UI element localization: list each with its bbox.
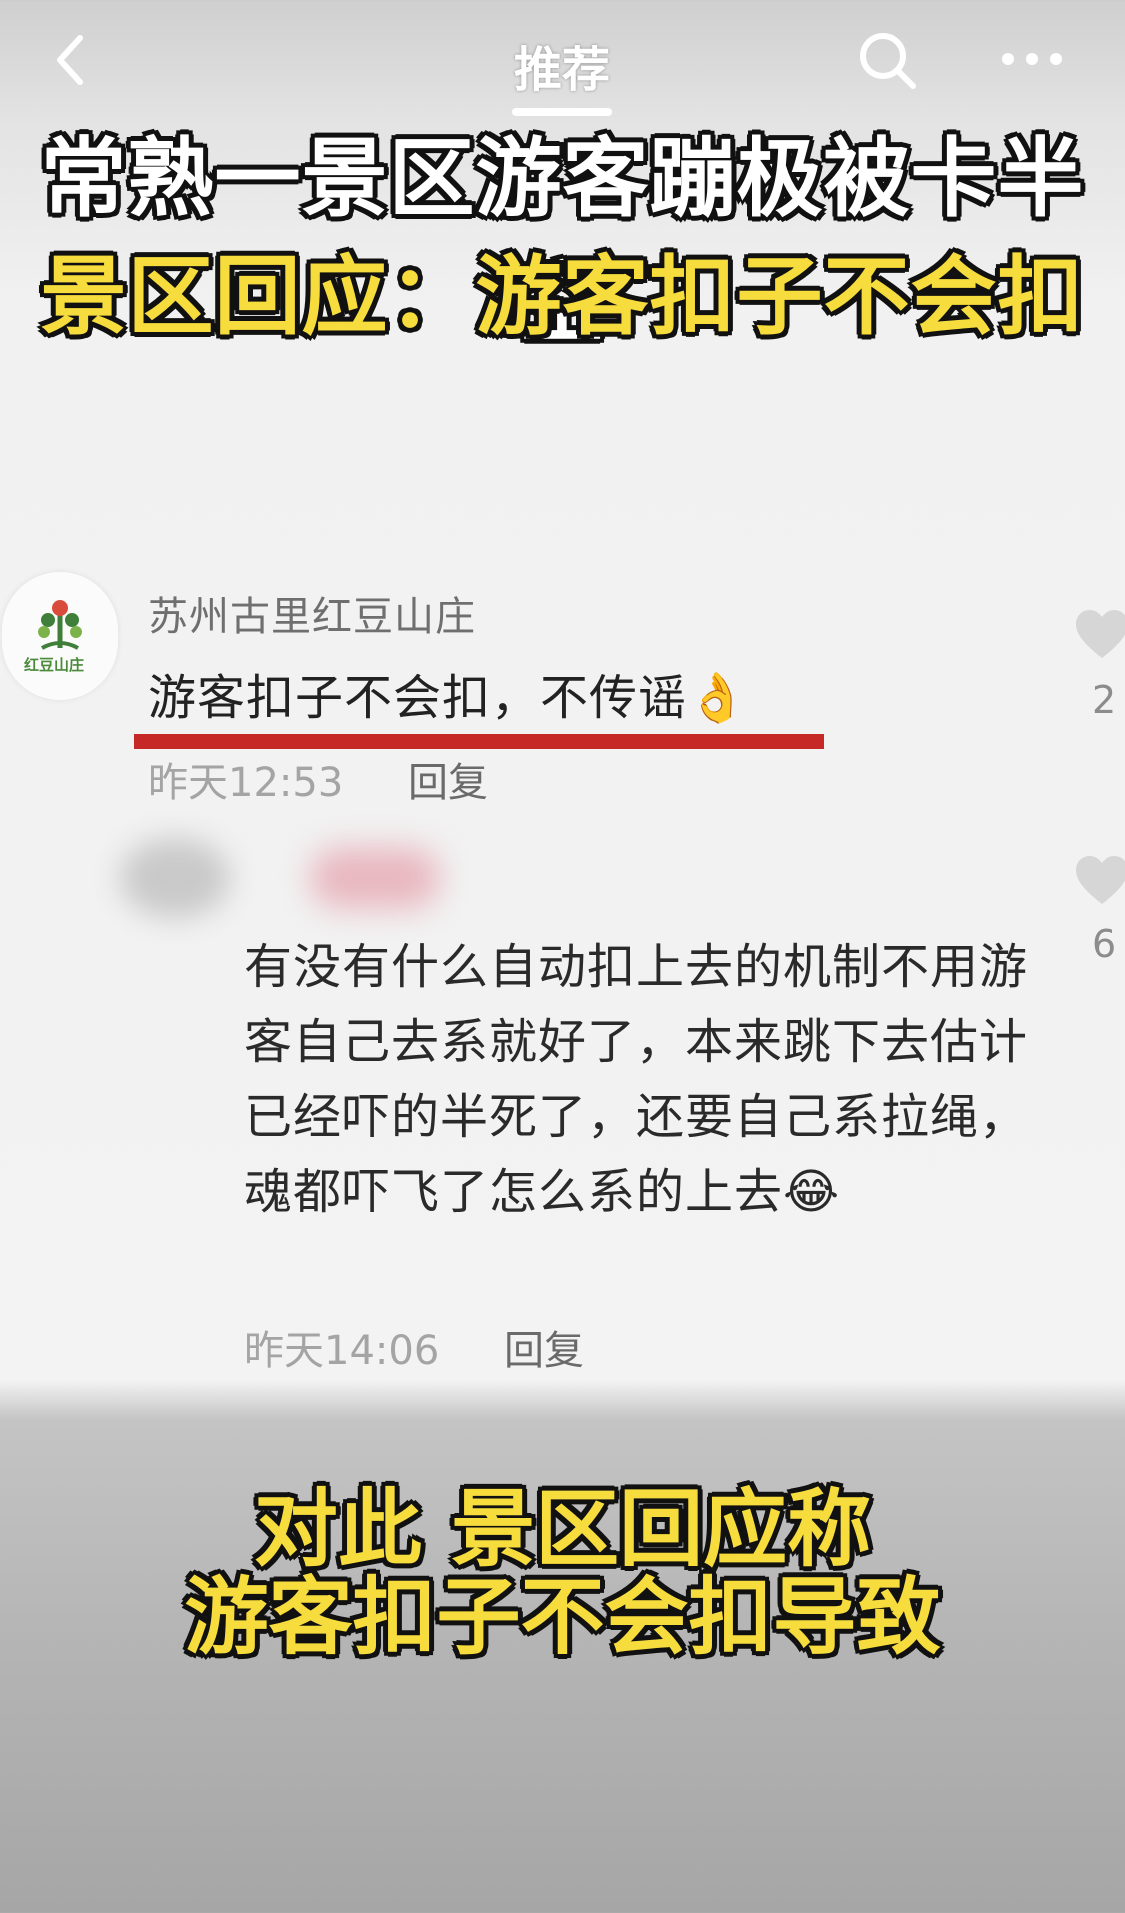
- top-bar: 推荐: [0, 0, 1125, 120]
- avatar-blurred[interactable]: [120, 838, 230, 918]
- comment-time: 昨天14:06: [244, 1328, 440, 1374]
- tree-logo-icon: [38, 600, 82, 650]
- heart-icon[interactable]: [1074, 608, 1125, 660]
- more-dots-icon[interactable]: [1000, 44, 1064, 74]
- like-count: 2: [1092, 678, 1117, 722]
- comment-text: 有没有什么自动扣上去的机制不用游客自己去系就好了，本来跳下去估计已经吓的半死了，…: [244, 939, 1029, 1220]
- back-arrow-icon[interactable]: [50, 30, 90, 90]
- comment-time: 昨天12:53: [148, 760, 344, 806]
- caption-line-2: 游客扣子不会扣导致: [184, 1568, 941, 1666]
- like-count: 6: [1092, 922, 1117, 966]
- tab-recommend[interactable]: 推荐: [462, 30, 662, 100]
- reply-button[interactable]: 回复: [408, 750, 488, 808]
- heart-icon[interactable]: [1074, 854, 1125, 906]
- reply-button[interactable]: 回复: [504, 1318, 584, 1376]
- comment-author[interactable]: 苏州古里红豆山庄: [148, 584, 476, 642]
- author-name-blurred[interactable]: [310, 848, 440, 908]
- avatar[interactable]: 红豆山庄: [2, 572, 118, 700]
- avatar-logo-text: 红豆山庄: [24, 656, 85, 674]
- headline-subtitle: 景区回应：游客扣子不会扣: [40, 247, 1085, 347]
- highlight-underline: [134, 734, 824, 749]
- comment-text: 游客扣子不会扣，不传谣👌: [148, 670, 748, 726]
- search-icon[interactable]: [855, 28, 921, 94]
